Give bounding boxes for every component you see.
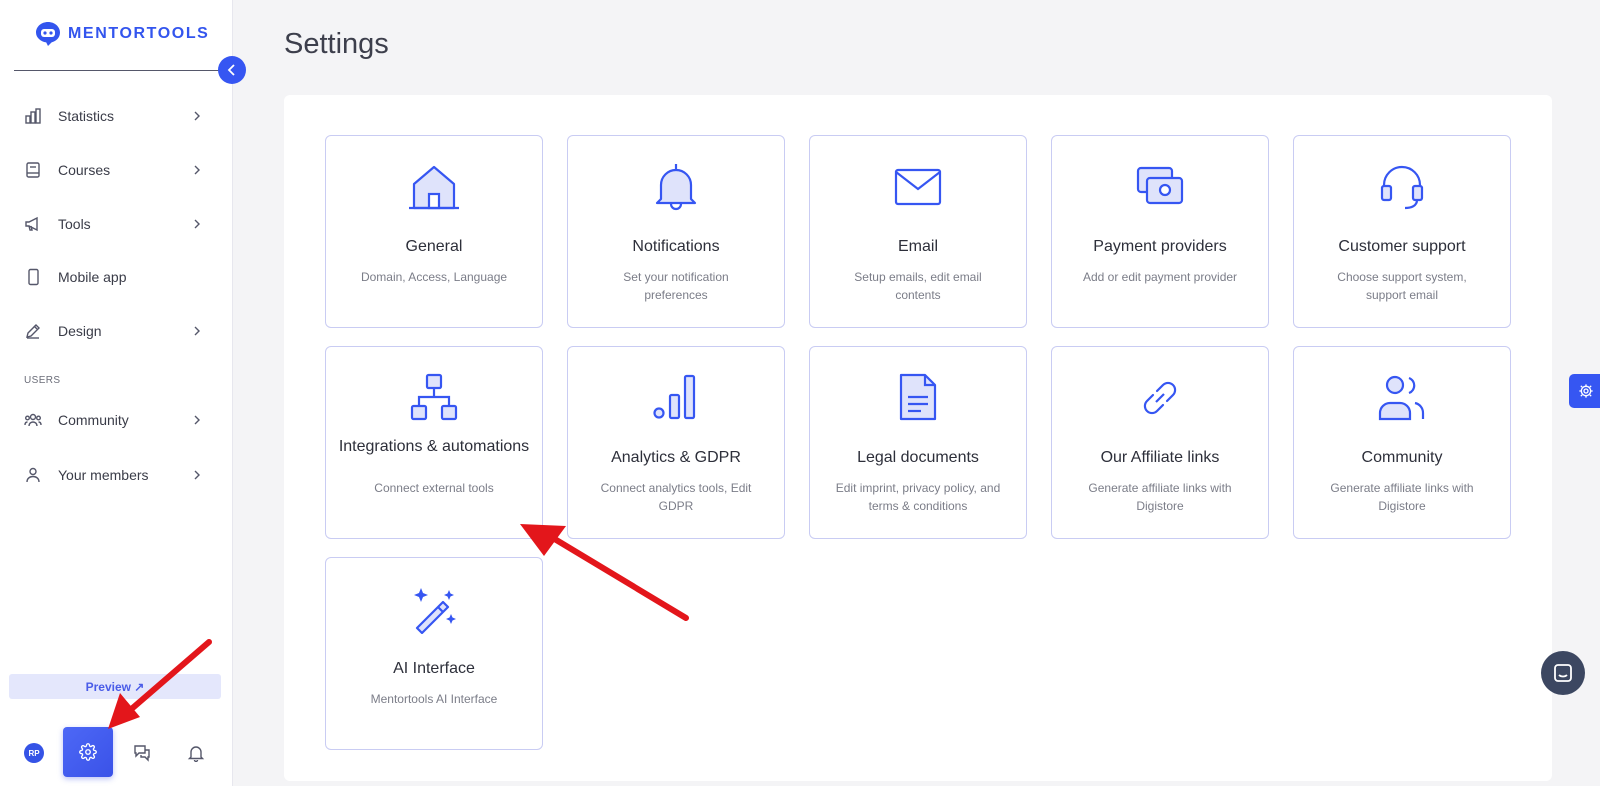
sidebar-item-design[interactable]: Design — [0, 311, 233, 351]
settings-card-affiliate-links[interactable]: Our Affiliate links Generate affiliate l… — [1051, 346, 1269, 539]
card-description: Connect analytics tools, Edit GDPR — [600, 481, 752, 513]
card-description: Generate affiliate links with Digistore — [1330, 481, 1474, 513]
card-description: Add or edit payment provider — [1082, 270, 1238, 284]
chevron-right-icon — [192, 165, 202, 175]
settings-card-general[interactable]: General Domain, Access, Language — [325, 135, 543, 328]
card-title: Customer support — [1338, 238, 1466, 255]
card-title: Our Affiliate links — [1100, 449, 1220, 466]
settings-card-email[interactable]: Email Setup emails, edit email contents — [809, 135, 1027, 328]
robot-logo-icon — [36, 22, 60, 46]
bar-chart-icon — [24, 107, 42, 125]
collapse-sidebar-button[interactable] — [218, 56, 246, 84]
magic-wand-icon — [326, 584, 542, 634]
sidebar-item-mobile-app[interactable]: Mobile app — [0, 257, 233, 297]
sidebar-item-label: Mobile app — [58, 269, 127, 285]
divider — [14, 70, 219, 71]
sidebar: MENTORTOOLS Statistics Courses Tools Mob… — [0, 0, 233, 786]
sidebar-item-label: Design — [58, 323, 102, 339]
bell-icon — [568, 162, 784, 212]
chevron-left-icon — [227, 64, 235, 76]
sidebar-item-label: Courses — [58, 162, 111, 178]
page-title: Settings — [284, 28, 389, 60]
settings-card-notifications[interactable]: Notifications Set your notification pref… — [567, 135, 785, 328]
sidebar-bottom-bar: RP — [0, 727, 233, 779]
chevron-right-icon — [192, 219, 202, 229]
document-icon — [810, 373, 1026, 423]
gear-icon — [1578, 384, 1593, 398]
card-title: Analytics & GDPR — [611, 449, 741, 466]
gear-icon — [79, 743, 97, 761]
settings-card-customer-support[interactable]: Customer support Choose support system, … — [1293, 135, 1511, 328]
card-description: Set your notification preferences — [623, 270, 729, 302]
logo[interactable]: MENTORTOOLS — [34, 20, 209, 48]
sidebar-item-community[interactable]: Community — [0, 400, 233, 440]
chat-icon — [1554, 664, 1572, 682]
analytics-icon — [568, 373, 784, 423]
envelope-icon — [810, 162, 1026, 212]
megaphone-icon — [24, 215, 42, 233]
preview-button[interactable]: Preview ↗ — [9, 674, 221, 699]
card-description: Connect external tools — [374, 481, 494, 495]
card-title: Notifications — [632, 238, 720, 255]
avatar[interactable]: RP — [24, 743, 44, 763]
card-title: Integrations & automations — [338, 438, 530, 455]
card-title: Payment providers — [1093, 238, 1227, 255]
card-description: Domain, Access, Language — [360, 270, 508, 284]
book-icon — [24, 161, 42, 179]
section-label-users: USERS — [24, 375, 61, 386]
settings-card-analytics-gdpr[interactable]: Analytics & GDPR Connect analytics tools… — [567, 346, 785, 539]
bell-icon — [187, 746, 205, 762]
card-description: Edit imprint, privacy policy, and terms … — [835, 481, 1001, 513]
home-icon — [326, 162, 542, 212]
pencil-icon — [24, 322, 42, 340]
chevron-right-icon — [192, 326, 202, 336]
settings-card-ai-interface[interactable]: AI Interface Mentortools AI Interface — [325, 557, 543, 750]
settings-panel: General Domain, Access, Language Notific… — [284, 95, 1552, 781]
card-title: Legal documents — [857, 449, 979, 466]
settings-card-legal-documents[interactable]: Legal documents Edit imprint, privacy po… — [809, 346, 1027, 539]
notifications-button[interactable] — [185, 742, 207, 764]
card-description: Choose support system, support email — [1337, 270, 1467, 302]
chevron-right-icon — [192, 415, 202, 425]
chat-widget-button[interactable] — [1541, 651, 1585, 695]
headset-icon — [1294, 162, 1510, 212]
phone-icon — [24, 268, 42, 286]
cash-icon — [1052, 162, 1268, 212]
sidebar-item-your-members[interactable]: Your members — [0, 455, 233, 495]
sidebar-item-label: Tools — [58, 216, 91, 232]
settings-card-integrations[interactable]: Integrations & automations Connect exter… — [325, 346, 543, 539]
chevron-right-icon — [192, 470, 202, 480]
card-description: Generate affiliate links with Digistore — [1088, 481, 1232, 513]
sidebar-item-courses[interactable]: Courses — [0, 150, 233, 190]
users-icon — [1294, 373, 1510, 423]
link-icon — [1052, 373, 1268, 423]
chat-bubbles-icon — [134, 745, 150, 762]
sidebar-item-label: Community — [58, 412, 129, 428]
card-description: Setup emails, edit email contents — [854, 270, 982, 302]
settings-card-community[interactable]: Community Generate affiliate links with … — [1293, 346, 1511, 539]
chevron-right-icon — [192, 111, 202, 121]
sidebar-item-label: Your members — [58, 467, 149, 483]
settings-card-payment-providers[interactable]: Payment providers Add or edit payment pr… — [1051, 135, 1269, 328]
logo-text: MENTORTOOLS — [68, 25, 210, 42]
card-title: General — [405, 238, 463, 255]
sidebar-item-statistics[interactable]: Statistics — [0, 96, 233, 136]
floating-settings-button[interactable] — [1569, 374, 1600, 408]
card-title: Email — [897, 238, 938, 255]
sidebar-item-label: Statistics — [58, 108, 115, 124]
card-title: AI Interface — [393, 660, 475, 677]
card-description: Mentortools AI Interface — [370, 692, 498, 706]
settings-button[interactable] — [63, 727, 113, 777]
messages-button[interactable] — [131, 742, 153, 764]
card-title: Community — [1361, 449, 1443, 466]
hierarchy-icon — [326, 373, 542, 423]
people-icon — [24, 411, 42, 429]
sidebar-item-tools[interactable]: Tools — [0, 204, 233, 244]
person-icon — [24, 466, 42, 484]
